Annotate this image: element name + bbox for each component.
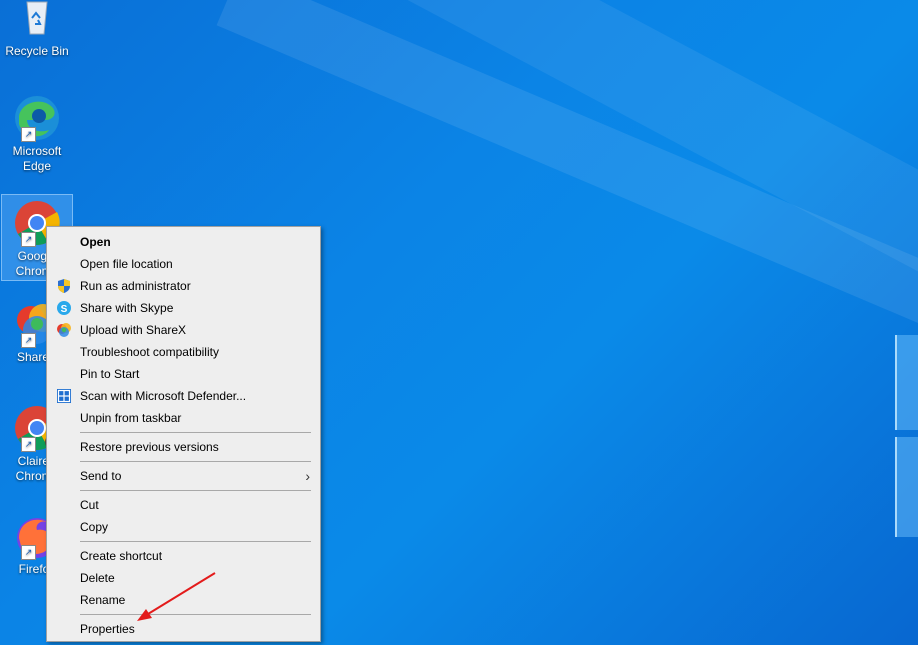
menu-item-open[interactable]: Open [47, 231, 320, 253]
menu-item-label: Cut [80, 498, 99, 512]
menu-item-label: Delete [80, 571, 115, 585]
menu-item-label: Pin to Start [80, 367, 140, 381]
menu-item-pin-to-start[interactable]: Pin to Start [47, 363, 320, 385]
menu-separator [80, 541, 311, 542]
menu-separator [80, 461, 311, 462]
uac-shield-icon [56, 278, 72, 294]
menu-item-label: Troubleshoot compatibility [80, 345, 219, 359]
menu-item-label: Send to [80, 469, 122, 483]
menu-item-label: Open file location [80, 257, 173, 271]
shortcut-arrow-icon: ↗ [21, 437, 36, 452]
defender-icon [56, 388, 72, 404]
menu-item-label: Share with Skype [80, 301, 174, 315]
recycle-bin-icon [13, 0, 61, 42]
menu-item-unpin-from-taskbar[interactable]: Unpin from taskbar [47, 407, 320, 429]
menu-item-create-shortcut[interactable]: Create shortcut [47, 545, 320, 567]
svg-text:S: S [61, 304, 68, 315]
menu-item-scan-with-defender[interactable]: Scan with Microsoft Defender... [47, 385, 320, 407]
menu-item-label: Run as administrator [80, 279, 191, 293]
menu-item-copy[interactable]: Copy [47, 516, 320, 538]
menu-item-upload-with-sharex[interactable]: Upload with ShareX [47, 319, 320, 341]
chevron-right-icon: › [305, 468, 310, 484]
desktop-icon-label: Recycle Bin [5, 44, 69, 58]
windows-logo-pane [895, 437, 918, 537]
menu-item-label: Unpin from taskbar [80, 411, 182, 425]
shortcut-arrow-icon: ↗ [21, 545, 36, 560]
shortcut-arrow-icon: ↗ [21, 333, 36, 348]
menu-item-cut[interactable]: Cut [47, 494, 320, 516]
desktop-icon-label: Microsoft Edge [12, 144, 62, 173]
menu-item-rename[interactable]: Rename [47, 589, 320, 611]
menu-item-run-as-administrator[interactable]: Run as administrator [47, 275, 320, 297]
menu-item-label: Open [80, 235, 111, 249]
menu-item-restore-previous-versions[interactable]: Restore previous versions [47, 436, 320, 458]
menu-item-label: Properties [80, 622, 135, 636]
menu-item-open-file-location[interactable]: Open file location [47, 253, 320, 275]
menu-item-label: Restore previous versions [80, 440, 219, 454]
menu-item-label: Scan with Microsoft Defender... [80, 389, 247, 403]
edge-icon: ↗ [13, 94, 61, 142]
sharex-icon [56, 322, 72, 338]
menu-item-send-to[interactable]: Send to › [47, 465, 320, 487]
menu-item-troubleshoot-compatibility[interactable]: Troubleshoot compatibility [47, 341, 320, 363]
menu-separator [80, 490, 311, 491]
windows-logo-pane [895, 335, 918, 430]
skype-icon: S [56, 300, 72, 316]
desktop-icon-edge[interactable]: ↗ Microsoft Edge [2, 90, 72, 174]
context-menu: Open Open file location Run as administr… [46, 226, 321, 642]
menu-item-properties[interactable]: Properties [47, 618, 320, 640]
menu-item-delete[interactable]: Delete [47, 567, 320, 589]
menu-item-label: Copy [80, 520, 109, 534]
menu-item-label: Rename [80, 593, 126, 607]
shortcut-arrow-icon: ↗ [21, 127, 36, 142]
menu-item-label: Create shortcut [80, 549, 163, 563]
menu-item-share-with-skype[interactable]: S Share with Skype [47, 297, 320, 319]
menu-item-label: Upload with ShareX [80, 323, 187, 337]
desktop-icon-recycle-bin[interactable]: Recycle Bin [2, 0, 72, 59]
menu-separator [80, 614, 311, 615]
menu-separator [80, 432, 311, 433]
shortcut-arrow-icon: ↗ [21, 232, 36, 247]
